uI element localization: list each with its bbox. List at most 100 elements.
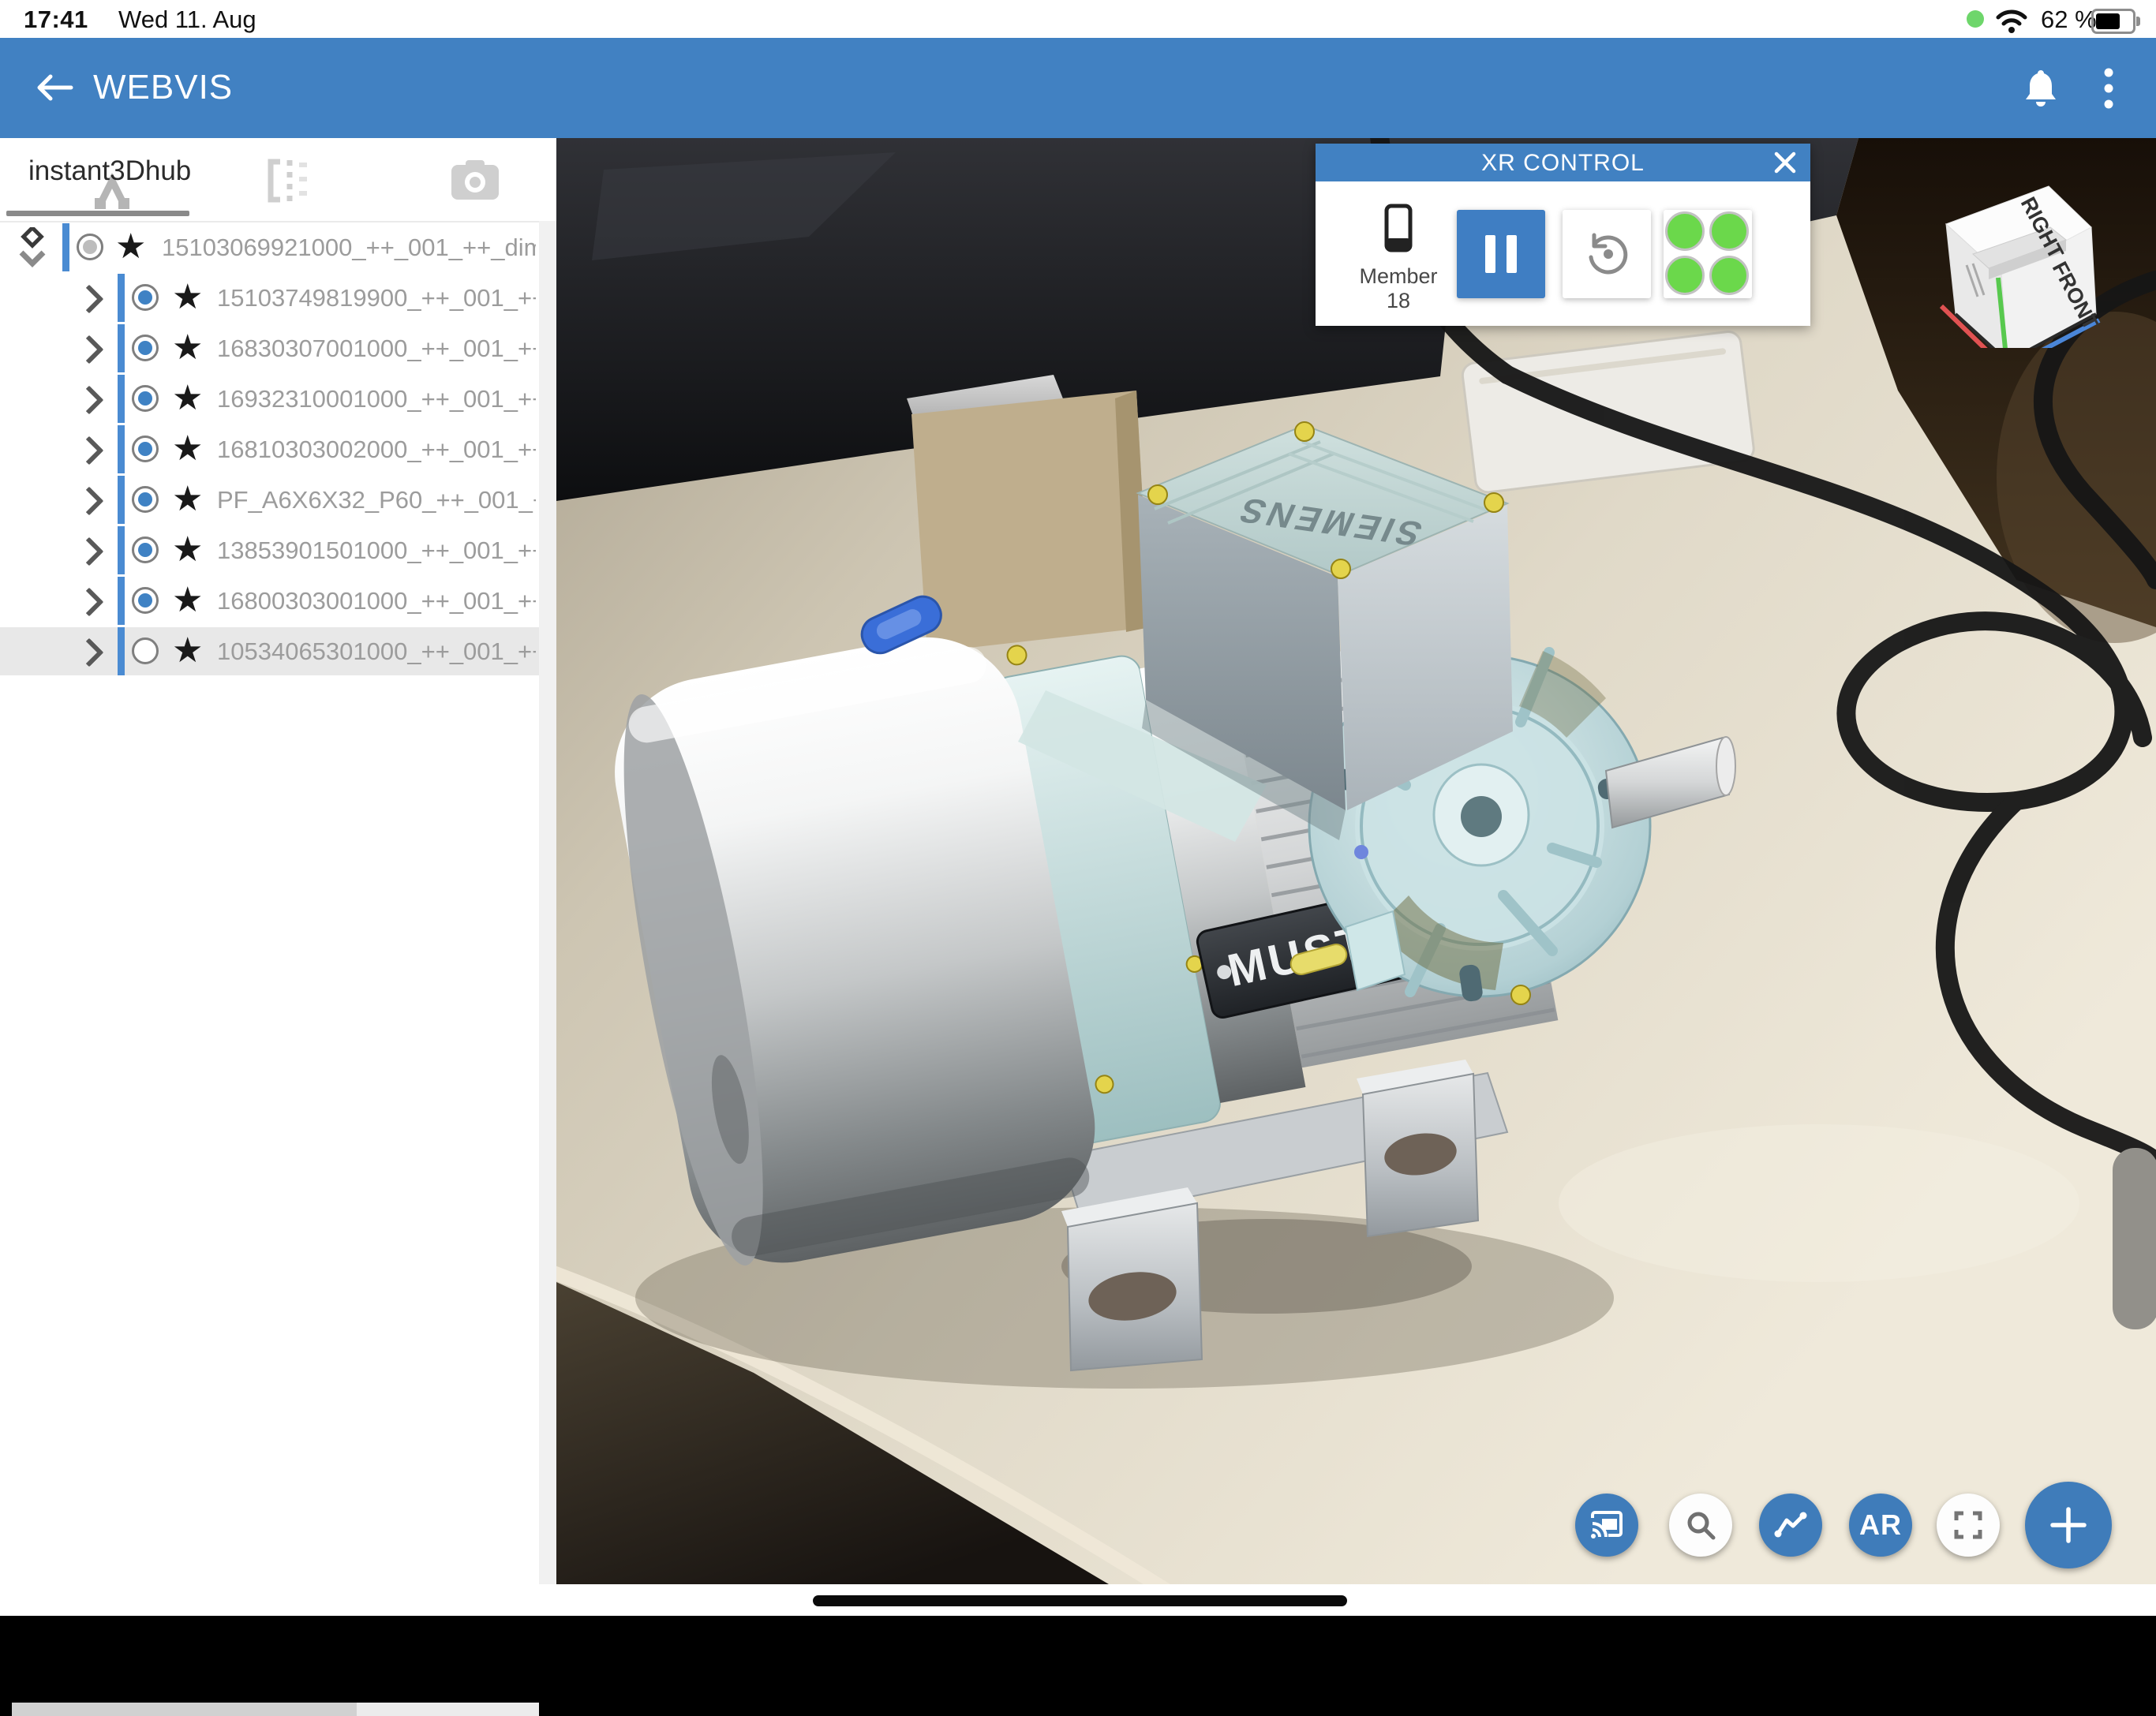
sidebar: instant3Dhub ★ 15103069 (0, 138, 556, 1616)
radio[interactable] (132, 284, 159, 311)
search-button[interactable] (1669, 1494, 1732, 1557)
expand-chevron-icon[interactable] (75, 588, 104, 617)
xr-panel-header: XR CONTROL (1316, 144, 1810, 181)
reset-view-button[interactable] (1563, 210, 1651, 298)
sidebar-tabs: instant3Dhub (0, 138, 556, 222)
battery-icon (2091, 9, 2135, 34)
desk-object (911, 391, 1150, 652)
hierarchy-bar (118, 476, 125, 524)
expand-chevron-icon[interactable] (75, 285, 104, 314)
hierarchy-bar (118, 425, 125, 473)
radio[interactable] (132, 385, 159, 412)
clock: 17:41 (24, 6, 88, 34)
back-arrow-icon (33, 72, 74, 103)
overflow-menu-button[interactable] (2090, 63, 2128, 114)
star-icon[interactable]: ★ (172, 276, 203, 319)
notifications-button[interactable] (2017, 63, 2064, 114)
back-button[interactable] (32, 68, 76, 107)
fullscreen-icon (1953, 1510, 1983, 1540)
expand-chevron-icon[interactable] (75, 436, 104, 465)
motor-foot (1061, 1187, 1202, 1370)
close-icon (1773, 151, 1797, 174)
pause-icon (1485, 235, 1517, 273)
privacy-indicator-icon (1967, 10, 1984, 28)
star-icon[interactable]: ★ (172, 478, 203, 521)
expand-chevron-icon[interactable] (75, 487, 104, 516)
ar-button[interactable]: AR (1849, 1494, 1912, 1557)
tree-item[interactable]: ★ 16830307001000_++_001_++__ (0, 324, 539, 372)
expand-chevron-icon[interactable] (75, 638, 104, 667)
radio[interactable] (132, 436, 159, 462)
wifi-icon (1995, 8, 2028, 33)
tree-item-label: 16810303002000_++_001_++_BS (217, 436, 536, 464)
tree-item[interactable]: ★ 10534065301000_++_001_++_fra (0, 627, 539, 675)
tree-item[interactable]: ★ 16800303001000_++_001_++_B3 (0, 577, 539, 625)
fullscreen-button[interactable] (1937, 1494, 2000, 1557)
member-status: Member 18 (1347, 204, 1450, 313)
part-tree: ★ 15103069921000_++_001_++_dimensi ★ 151… (0, 223, 539, 678)
tree-item[interactable]: ★ 16810303002000_++_001_++_BS (0, 425, 539, 473)
horizontal-scrollbar[interactable] (0, 1703, 539, 1716)
xr-control-panel: XR CONTROL Member 18 (1316, 144, 1810, 326)
measure-button[interactable] (1759, 1494, 1822, 1557)
smartphone-icon (1384, 204, 1413, 252)
camera-icon (450, 159, 500, 201)
view-cube[interactable]: RIGHT FRONT (1932, 178, 2102, 352)
search-icon (1685, 1509, 1716, 1541)
star-icon[interactable]: ★ (172, 529, 203, 571)
members-button[interactable] (1664, 210, 1752, 298)
hierarchy-bar (118, 526, 125, 574)
star-icon[interactable]: ★ (172, 579, 203, 622)
motor-foot (1357, 1060, 1478, 1236)
tree-item[interactable]: ★ PF_A6X6X32_P60_++_001_++_DIN (0, 476, 539, 524)
structure-state-icon[interactable] (17, 227, 47, 268)
cast-icon (1589, 1510, 1624, 1540)
tab-camera[interactable] (371, 138, 556, 219)
tree-item[interactable]: ★ 15103749819900_++_001_++_rat (0, 274, 539, 322)
expand-chevron-icon[interactable] (75, 386, 104, 415)
expand-chevron-icon[interactable] (75, 537, 104, 566)
hierarchy-bar (118, 274, 125, 322)
star-icon[interactable]: ★ (172, 327, 203, 369)
tree-item-label: PF_A6X6X32_P60_++_001_++_DIN (217, 486, 536, 514)
home-indicator[interactable] (813, 1595, 1347, 1606)
kebab-icon (2104, 68, 2113, 109)
app-bar: WEBVIS (0, 38, 2156, 138)
pause-button[interactable] (1457, 210, 1545, 298)
star-icon[interactable]: ★ (172, 630, 203, 672)
hierarchy-bar (118, 627, 125, 675)
cast-button[interactable] (1575, 1494, 1638, 1557)
xr-panel-title: XR CONTROL (1316, 150, 1810, 177)
bell-icon (2023, 69, 2058, 108)
tab-instant3dhub[interactable]: instant3Dhub (0, 138, 185, 219)
hierarchy-bar (118, 577, 125, 625)
hierarchy-bar (62, 223, 69, 271)
hierarchy-bar (118, 375, 125, 423)
sidebar-gutter (539, 221, 556, 1616)
tab-label: instant3Dhub (28, 155, 191, 187)
radio[interactable] (77, 234, 103, 260)
add-button[interactable] (2025, 1482, 2112, 1568)
radio[interactable] (132, 335, 159, 361)
members-grid-icon (1665, 211, 1750, 297)
ar-viewport[interactable]: MUSTER (556, 138, 2156, 1584)
close-button[interactable] (1771, 148, 1799, 177)
star-icon[interactable]: ★ (172, 428, 203, 470)
restore-icon (1583, 230, 1630, 278)
radio[interactable] (132, 637, 159, 664)
tree-item[interactable]: ★ 13853901501000_++_001_++_rot (0, 526, 539, 574)
radio[interactable] (132, 587, 159, 614)
star-icon[interactable]: ★ (115, 226, 146, 268)
radio[interactable] (132, 536, 159, 563)
tree-item-label: 16932310001000_++_001_++__ (217, 385, 536, 413)
tab-clipping[interactable] (185, 138, 371, 219)
tree-item-label: 13853901501000_++_001_++_rot (217, 536, 536, 565)
tree-item[interactable]: ★ 16932310001000_++_001_++__ (0, 375, 539, 423)
ar-button-label: AR (1859, 1509, 1902, 1542)
scrollbar-thumb[interactable] (12, 1703, 357, 1716)
expand-chevron-icon[interactable] (75, 335, 104, 365)
radio[interactable] (132, 486, 159, 513)
star-icon[interactable]: ★ (172, 377, 203, 420)
app-title: WEBVIS (93, 68, 233, 107)
tree-item[interactable]: ★ 15103069921000_++_001_++_dimensi (0, 223, 539, 271)
